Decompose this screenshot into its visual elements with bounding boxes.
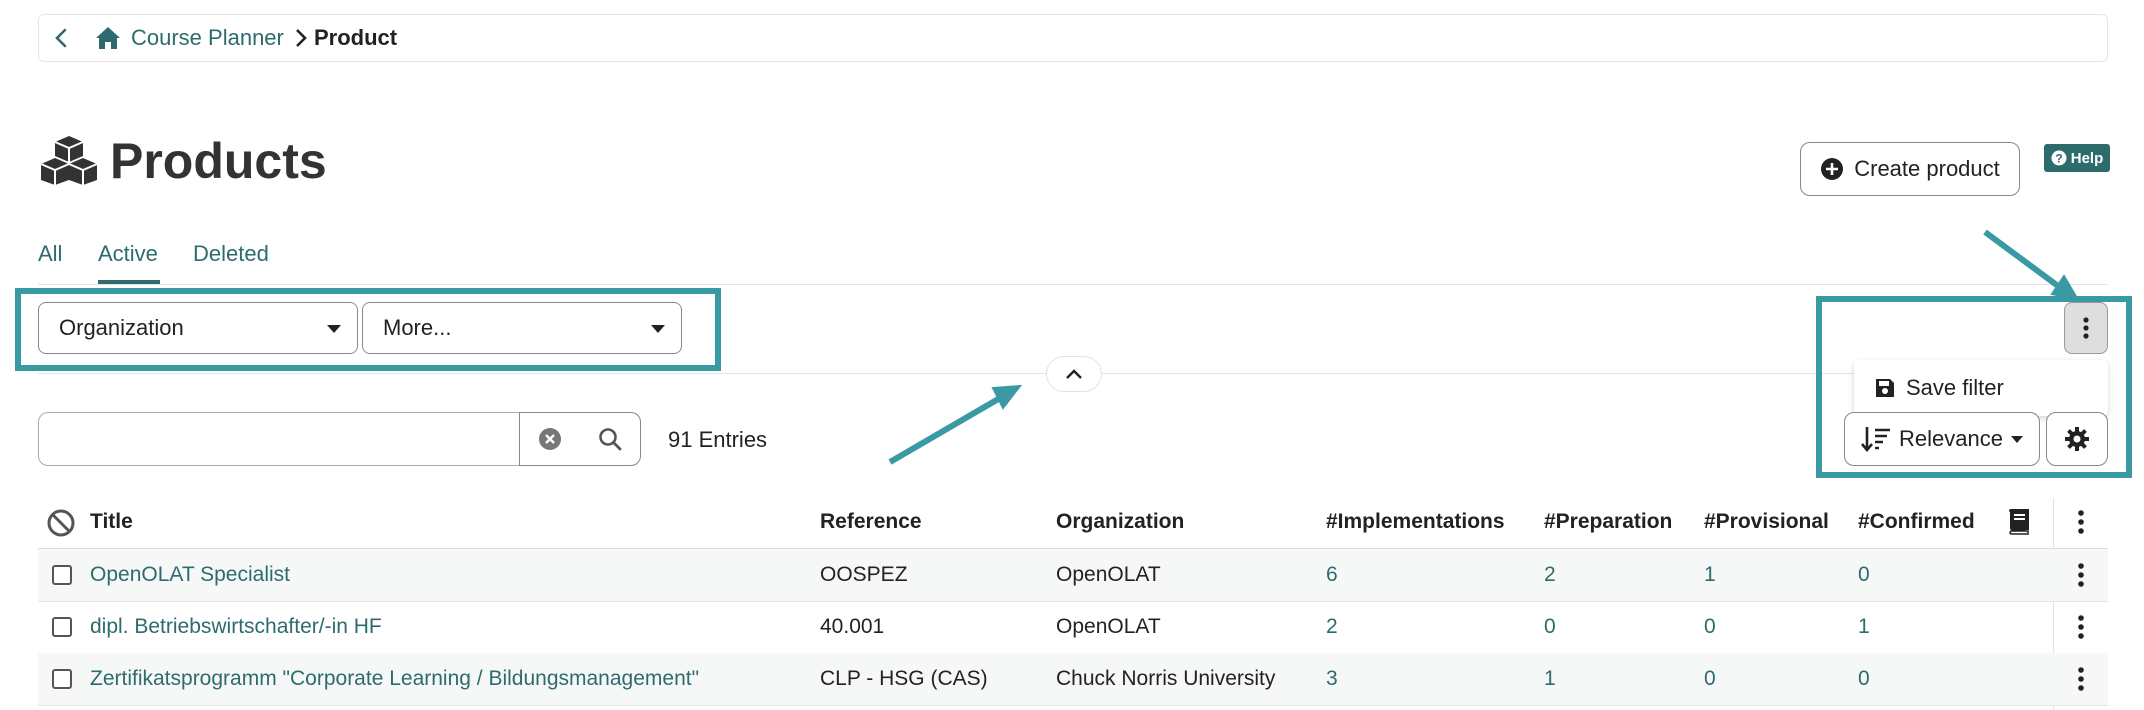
select-all-icon[interactable] (46, 508, 76, 538)
kebab-icon (2078, 615, 2084, 639)
row-implementations[interactable]: 2 (1326, 615, 1338, 639)
kebab-icon (2078, 667, 2084, 691)
row-checkbox[interactable] (52, 617, 72, 637)
kebab-icon (2078, 563, 2084, 587)
row-preparation[interactable]: 0 (1544, 615, 1556, 639)
column-header-provisional[interactable]: #Provisional (1704, 510, 1829, 534)
row-title-link[interactable]: Zertifikatsprogramm "Corporate Learning … (90, 667, 699, 691)
book-icon[interactable] (2006, 508, 2032, 536)
column-header-preparation[interactable]: #Preparation (1544, 510, 1672, 534)
row-confirmed[interactable]: 0 (1858, 563, 1870, 587)
column-header-title[interactable]: Title (90, 510, 133, 534)
row-confirmed[interactable]: 1 (1858, 615, 1870, 639)
column-header-reference[interactable]: Reference (820, 510, 922, 534)
row-reference: CLP - HSG (CAS) (820, 667, 988, 690)
row-provisional[interactable]: 0 (1704, 667, 1716, 691)
row-organization: Chuck Norris University (1056, 667, 1276, 690)
row-organization: OpenOLAT (1056, 615, 1161, 638)
column-header-organization[interactable]: Organization (1056, 510, 1184, 534)
row-implementations[interactable]: 6 (1326, 563, 1338, 587)
row-checkbox[interactable] (52, 669, 72, 689)
row-actions-kebab[interactable] (2066, 612, 2096, 642)
row-reference: OOSPEZ (820, 563, 908, 586)
row-title-link[interactable]: OpenOLAT Specialist (90, 563, 290, 587)
column-header-confirmed[interactable]: #Confirmed (1858, 510, 1975, 534)
row-provisional[interactable]: 0 (1704, 615, 1716, 639)
row-title-link[interactable]: dipl. Betriebswirtschafter/-in HF (90, 615, 382, 639)
row-preparation[interactable]: 2 (1544, 563, 1556, 587)
row-preparation[interactable]: 1 (1544, 667, 1556, 691)
kebab-icon (2078, 510, 2084, 534)
row-reference: 40.001 (820, 615, 885, 638)
row-organization: OpenOLAT (1056, 563, 1161, 586)
row-checkbox[interactable] (52, 565, 72, 585)
row-confirmed[interactable]: 0 (1858, 667, 1870, 691)
column-options-kebab[interactable] (2066, 507, 2096, 537)
row-actions-kebab[interactable] (2066, 664, 2096, 694)
column-header-implementations[interactable]: #Implementations (1326, 510, 1505, 534)
row-actions-kebab[interactable] (2066, 560, 2096, 590)
row-provisional[interactable]: 1 (1704, 563, 1716, 587)
row-implementations[interactable]: 3 (1326, 667, 1338, 691)
